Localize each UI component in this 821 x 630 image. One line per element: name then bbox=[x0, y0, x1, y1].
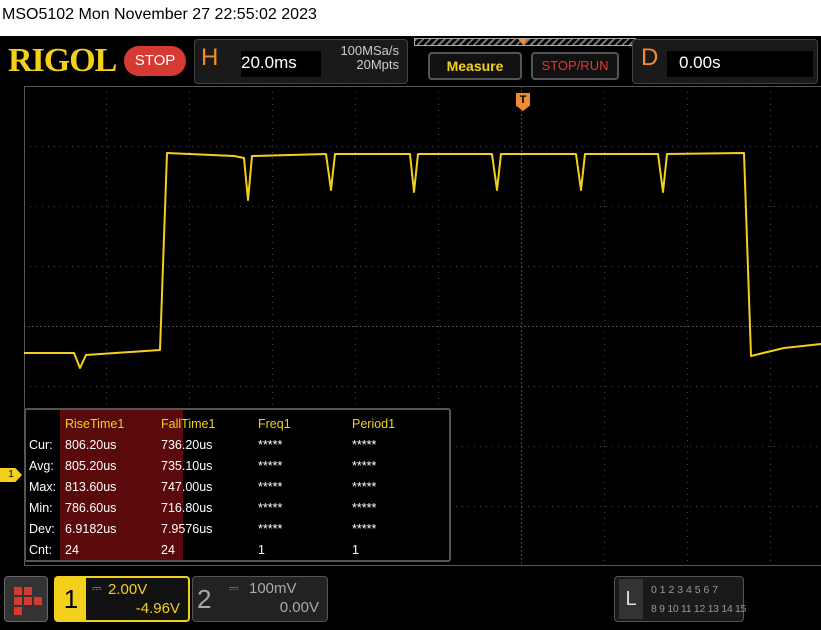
table-row: Dev: 6.9182us 7.9576us ***** ***** bbox=[26, 519, 451, 539]
row-label: Avg: bbox=[29, 459, 54, 473]
table-cell: ***** bbox=[352, 501, 377, 515]
channel-1-box[interactable]: 1 ⎓ 2.00V -4.96V bbox=[54, 576, 190, 622]
trigger-position-marker-icon bbox=[518, 39, 528, 45]
home-grid-icon[interactable] bbox=[4, 576, 48, 622]
header-falltime[interactable]: FallTime1 bbox=[161, 414, 215, 434]
logic-analyzer-box[interactable]: L 0 1 2 3 4 5 6 7 8 9 10 11 12 13 14 15 bbox=[614, 576, 747, 622]
ch1-scale: 2.00V bbox=[108, 581, 148, 598]
ch2-offset: 0.00V bbox=[279, 599, 319, 616]
dc-coupling-icon: ⎓ bbox=[92, 581, 102, 595]
ch2-number: 2 bbox=[197, 584, 212, 614]
top-bar: RIGOL STOP H 20.0ms 100MSa/s 20Mpts Meas… bbox=[0, 36, 821, 86]
horizontal-label: H bbox=[201, 44, 219, 71]
row-label: Min: bbox=[29, 501, 53, 515]
row-label: Cnt: bbox=[29, 543, 52, 557]
ch1-offset-marker[interactable]: 1 bbox=[0, 468, 22, 482]
table-cell: ***** bbox=[352, 459, 377, 473]
stop-status-button[interactable]: STOP bbox=[124, 46, 186, 76]
table-cell: 1 bbox=[258, 543, 265, 557]
table-row: Avg: 805.20us 735.10us ***** ***** bbox=[26, 456, 451, 476]
logic-channels-low: 0 1 2 3 4 5 6 7 bbox=[651, 584, 719, 596]
ch2-scale: 100mV bbox=[249, 580, 297, 597]
table-cell: 1 bbox=[352, 543, 359, 557]
table-cell: 7.9576us bbox=[161, 522, 213, 536]
table-row: Cnt: 24 24 1 1 bbox=[26, 540, 451, 560]
table-cell: ***** bbox=[352, 438, 377, 452]
horizontal-timebase-box[interactable]: H 20.0ms 100MSa/s 20Mpts bbox=[194, 39, 408, 84]
table-cell: 24 bbox=[65, 543, 79, 557]
table-row: Cur: 806.20us 736.20us ***** ***** bbox=[26, 435, 451, 455]
row-label: Cur: bbox=[29, 438, 53, 452]
logic-channels-high: 8 9 10 11 12 13 14 15 bbox=[651, 603, 747, 615]
table-cell: ***** bbox=[258, 459, 283, 473]
measurement-header-row: RiseTime1 FallTime1 Freq1 Period1 bbox=[26, 414, 451, 434]
title-bar: MSO5102 Mon November 27 22:55:02 2023 bbox=[0, 0, 821, 36]
table-cell: 716.80us bbox=[161, 501, 213, 515]
delay-box[interactable]: D 0.00s bbox=[632, 39, 818, 84]
logic-label: L bbox=[619, 579, 643, 619]
sample-rate: 100MSa/s bbox=[340, 43, 399, 58]
measure-button[interactable]: Measure bbox=[428, 52, 522, 80]
table-cell: 805.20us bbox=[65, 459, 117, 473]
table-cell: ***** bbox=[258, 522, 283, 536]
table-cell: ***** bbox=[352, 480, 377, 494]
delay-value: 0.00s bbox=[667, 51, 813, 77]
ch1-offset: -4.96V bbox=[135, 600, 180, 617]
stop-run-button[interactable]: STOP/RUN bbox=[531, 52, 619, 80]
table-cell: ***** bbox=[258, 480, 283, 494]
table-cell: ***** bbox=[352, 522, 377, 536]
dc-coupling-icon: ⎓ bbox=[229, 581, 239, 595]
table-cell: 6.9182us bbox=[65, 522, 117, 536]
ch1-waveform bbox=[24, 152, 821, 369]
header-risetime[interactable]: RiseTime1 bbox=[65, 414, 124, 434]
table-cell: 747.00us bbox=[161, 480, 213, 494]
table-cell: 786.60us bbox=[65, 501, 117, 515]
channel-2-box[interactable]: 2 ⎓ 100mV 0.00V bbox=[192, 576, 328, 622]
measurement-table: RiseTime1 FallTime1 Freq1 Period1 Cur: 8… bbox=[24, 408, 451, 562]
timebase-value: 20.0ms bbox=[241, 51, 321, 77]
table-cell: 813.60us bbox=[65, 480, 117, 494]
header-period[interactable]: Period1 bbox=[352, 414, 395, 434]
row-label: Max: bbox=[29, 480, 57, 494]
row-label: Dev: bbox=[29, 522, 55, 536]
delay-label: D bbox=[641, 44, 659, 71]
table-cell: 24 bbox=[161, 543, 175, 557]
ch1-number: 1 bbox=[56, 578, 86, 620]
table-cell: 736.20us bbox=[161, 438, 213, 452]
header-freq[interactable]: Freq1 bbox=[258, 414, 291, 434]
table-cell: 735.10us bbox=[161, 459, 213, 473]
memory-depth: 20Mpts bbox=[356, 57, 399, 72]
bottom-bar: 1 ⎓ 2.00V -4.96V 2 ⎓ 100mV 0.00V L 0 1 2… bbox=[0, 572, 821, 630]
table-cell: ***** bbox=[258, 501, 283, 515]
table-row: Min: 786.60us 716.80us ***** ***** bbox=[26, 498, 451, 518]
table-row: Max: 813.60us 747.00us ***** ***** bbox=[26, 477, 451, 497]
title-text: MSO5102 Mon November 27 22:55:02 2023 bbox=[2, 6, 317, 23]
table-cell: 806.20us bbox=[65, 438, 117, 452]
rigol-logo: RIGOL bbox=[8, 42, 117, 79]
table-cell: ***** bbox=[258, 438, 283, 452]
acquisition-info: 100MSa/s 20Mpts bbox=[340, 44, 399, 72]
